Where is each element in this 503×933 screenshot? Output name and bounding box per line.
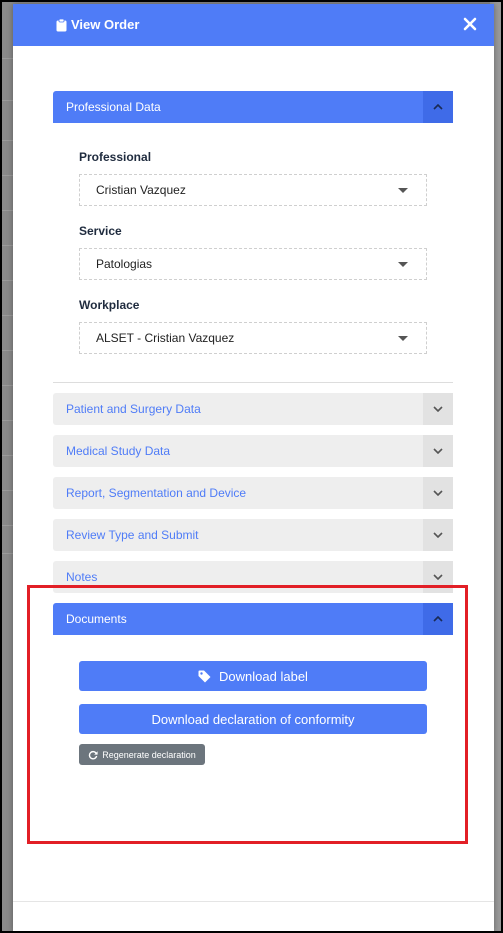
chevron-up-icon[interactable] (423, 91, 453, 123)
chevron-down-icon[interactable] (423, 519, 453, 551)
modal-footer-divider (13, 901, 494, 902)
refresh-icon (89, 750, 98, 760)
section-report-segmentation-device[interactable]: Report, Segmentation and Device (53, 477, 453, 509)
service-label: Service (79, 224, 122, 238)
section-medical-study-data[interactable]: Medical Study Data (53, 435, 453, 467)
chevron-up-icon[interactable] (423, 603, 453, 635)
section-professional-data[interactable]: Professional Data (53, 91, 453, 123)
caret-down-icon (398, 262, 408, 267)
download-declaration-button[interactable]: Download declaration of conformity (79, 704, 427, 734)
section-label: Professional Data (66, 100, 161, 114)
close-icon[interactable] (463, 17, 477, 31)
workplace-select[interactable]: ALSET - Cristian Vazquez (79, 322, 427, 354)
section-divider (53, 382, 453, 383)
workplace-label: Workplace (79, 298, 140, 312)
tag-icon (198, 670, 211, 682)
professional-label: Professional (79, 150, 152, 164)
clipboard-icon (56, 19, 67, 32)
chevron-down-icon[interactable] (423, 393, 453, 425)
service-value: Patologias (96, 257, 153, 271)
modal-title: View Order (71, 17, 140, 32)
view-order-modal: View Order Professional Data Professiona… (13, 4, 494, 933)
chevron-down-icon[interactable] (423, 435, 453, 467)
close-button[interactable] (459, 13, 481, 35)
section-documents[interactable]: Documents (53, 603, 453, 635)
section-label: Review Type and Submit (66, 528, 199, 542)
professional-select[interactable]: Cristian Vazquez (79, 174, 427, 206)
chevron-down-icon[interactable] (423, 561, 453, 593)
chevron-down-icon[interactable] (423, 477, 453, 509)
professional-value: Cristian Vazquez (96, 183, 186, 197)
modal-header: View Order (13, 4, 494, 46)
regenerate-declaration-button[interactable]: Regenerate declaration (79, 744, 205, 765)
section-label: Medical Study Data (66, 444, 171, 458)
section-label: Documents (66, 612, 127, 626)
caret-down-icon (398, 336, 408, 341)
section-label: Notes (66, 570, 98, 584)
download-declaration-text: Download declaration of conformity (151, 711, 355, 727)
download-label-text: Download label (219, 668, 308, 684)
section-label: Patient and Surgery Data (66, 402, 201, 416)
caret-down-icon (398, 188, 408, 193)
section-patient-surgery-data[interactable]: Patient and Surgery Data (53, 393, 453, 425)
service-select[interactable]: Patologias (79, 248, 427, 280)
section-label: Report, Segmentation and Device (66, 486, 247, 500)
regenerate-declaration-text: Regenerate declaration (102, 749, 196, 760)
workplace-value: ALSET - Cristian Vazquez (96, 331, 235, 345)
section-review-type-submit[interactable]: Review Type and Submit (53, 519, 453, 551)
section-notes[interactable]: Notes (53, 561, 453, 593)
download-label-button[interactable]: Download label (79, 661, 427, 691)
